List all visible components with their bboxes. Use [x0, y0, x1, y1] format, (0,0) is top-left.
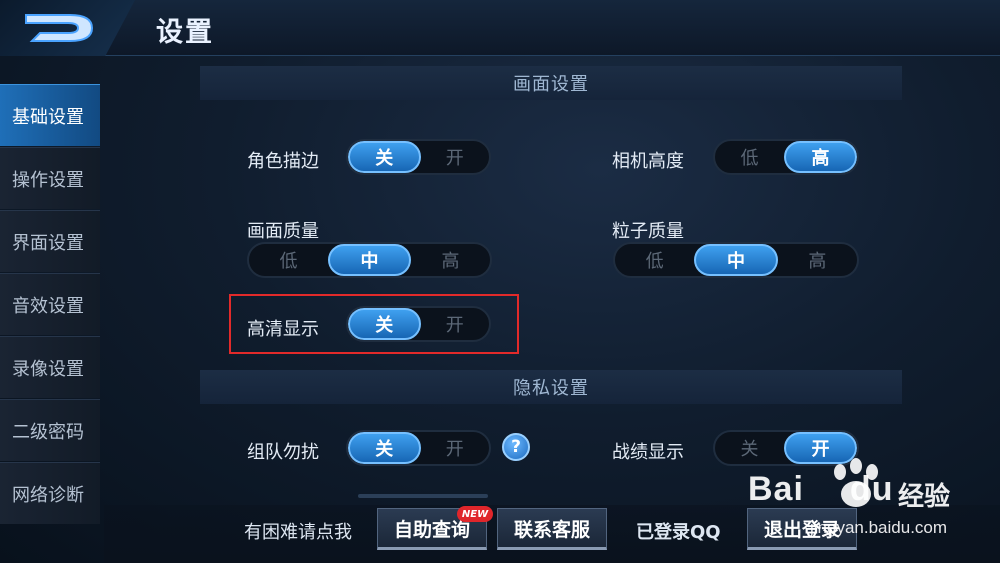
settings-screen: 设置 基础设置 操作设置 界面设置 音效设置 录像设置 二级密码 网络诊断 画面…: [0, 0, 1000, 563]
picture-quality-option-low[interactable]: 低: [249, 244, 328, 276]
record-display-label: 战绩显示: [612, 442, 684, 463]
contact-support-button[interactable]: 联系客服: [497, 508, 607, 550]
question-mark-icon[interactable]: ?: [502, 433, 530, 461]
particle-quality-option-low[interactable]: 低: [615, 244, 694, 276]
team-dnd-option-on[interactable]: 开: [421, 432, 490, 464]
team-dnd-toggle: 关 开: [346, 430, 491, 466]
new-badge: NEW: [457, 506, 493, 522]
top-bar: 设置: [0, 0, 1000, 56]
back-button[interactable]: [0, 0, 135, 56]
role-outline-label: 角色描边: [247, 151, 319, 172]
login-status-text: 已登录QQ: [636, 522, 721, 543]
watermark-cn: 经验: [898, 482, 951, 512]
particle-quality-toggle: 低 中 高: [613, 242, 859, 278]
back-d-icon: [25, 14, 94, 42]
camera-height-toggle: 低 高: [713, 139, 859, 175]
sidebar: 基础设置 操作设置 界面设置 音效设置 录像设置 二级密码 网络诊断: [0, 84, 100, 525]
sidebar-item-replay-settings[interactable]: 录像设置: [0, 336, 100, 398]
picture-quality-toggle: 低 中 高: [247, 242, 492, 278]
sidebar-item-interface-settings[interactable]: 界面设置: [0, 210, 100, 272]
role-outline-option-on[interactable]: 开: [421, 141, 490, 173]
sidebar-item-sound-settings[interactable]: 音效设置: [0, 273, 100, 335]
role-outline-toggle: 关 开: [346, 139, 491, 175]
camera-height-label: 相机高度: [612, 151, 684, 172]
sidebar-item-operation-settings[interactable]: 操作设置: [0, 147, 100, 209]
sidebar-item-network-diagnosis[interactable]: 网络诊断: [0, 462, 100, 524]
watermark-url: jingyan.baidu.com: [810, 518, 948, 537]
camera-height-option-high[interactable]: 高: [784, 141, 857, 173]
section-header-display: 画面设置: [200, 66, 902, 100]
sidebar-item-basic-settings[interactable]: 基础设置: [0, 84, 100, 146]
particle-quality-option-high[interactable]: 高: [778, 244, 857, 276]
baidu-watermark: Bai du 经验 jingyan.baidu.com: [748, 458, 998, 546]
highlight-box: [229, 294, 519, 354]
role-outline-option-off[interactable]: 关: [348, 141, 421, 173]
picture-quality-option-mid[interactable]: 中: [328, 244, 411, 276]
section-header-privacy: 隐私设置: [200, 370, 902, 404]
team-dnd-option-off[interactable]: 关: [348, 432, 421, 464]
help-prompt-text: 有困难请点我: [244, 522, 352, 543]
team-dnd-label: 组队勿扰: [247, 442, 319, 463]
camera-height-option-low[interactable]: 低: [715, 141, 784, 173]
particle-quality-option-mid[interactable]: 中: [694, 244, 778, 276]
scroll-indicator: [358, 494, 488, 498]
particle-quality-label: 粒子质量: [612, 221, 684, 242]
sidebar-item-secondary-password[interactable]: 二级密码: [0, 399, 100, 461]
picture-quality-option-high[interactable]: 高: [411, 244, 490, 276]
watermark-brand: Bai du: [748, 470, 894, 508]
picture-quality-label: 画面质量: [247, 221, 319, 242]
page-title: 设置: [156, 17, 214, 48]
